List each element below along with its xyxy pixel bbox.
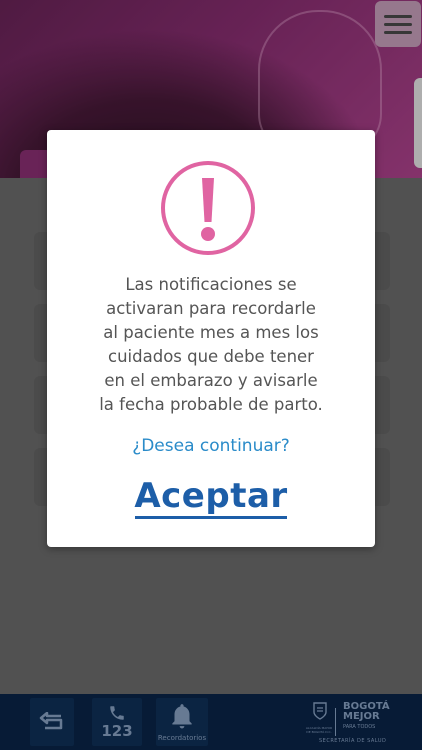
exclamation-circle-icon	[161, 161, 255, 255]
message-line: la fecha probable de parto.	[99, 395, 323, 414]
message-line: en el embarazo y avisarle	[104, 371, 318, 390]
message-line: Las notificaciones se	[125, 275, 297, 294]
notification-dialog: Las notificaciones se activaran para rec…	[47, 130, 375, 547]
accept-underline	[135, 516, 287, 519]
dialog-message: Las notificaciones se activaran para rec…	[67, 273, 355, 417]
message-line: activaran para recordarle	[106, 299, 316, 318]
dialog-question: ¿Desea continuar?	[132, 436, 290, 456]
message-line: cuidados que debe tener	[108, 347, 314, 366]
accept-button[interactable]: Aceptar	[111, 476, 311, 516]
message-line: al paciente mes a mes los	[103, 323, 319, 342]
